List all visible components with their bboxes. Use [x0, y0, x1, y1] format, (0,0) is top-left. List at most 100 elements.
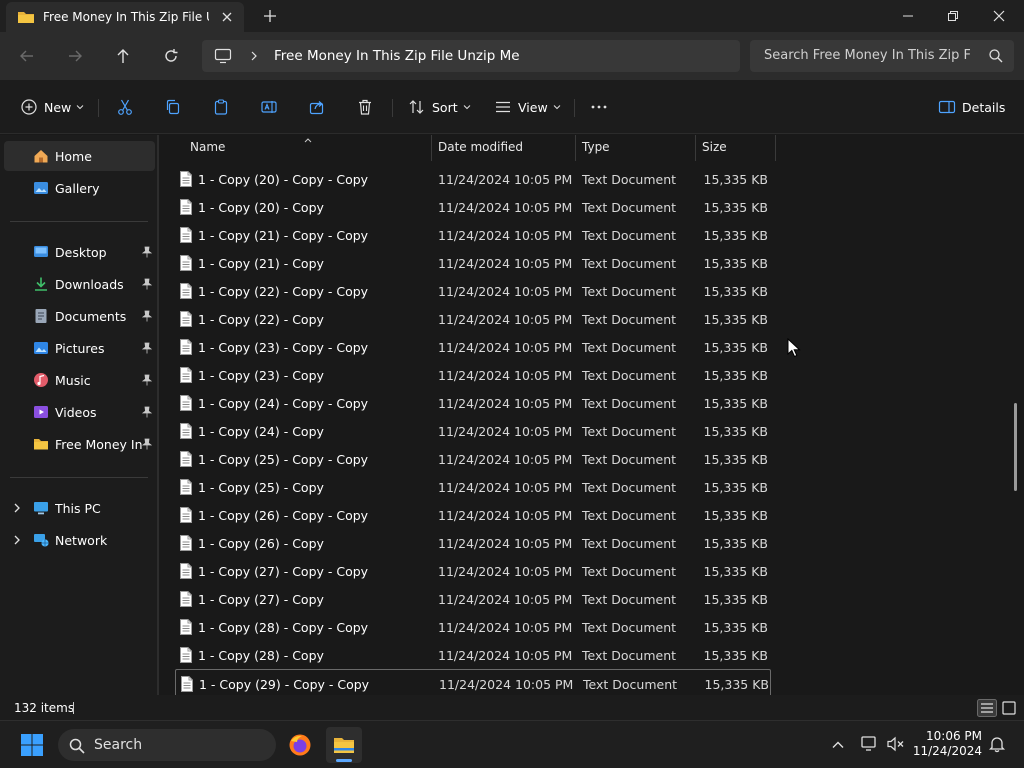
close-window-icon[interactable] — [987, 4, 1011, 28]
search-icon[interactable] — [988, 48, 1004, 67]
sidebar-item-label: Desktop — [55, 245, 107, 260]
column-divider[interactable] — [695, 135, 696, 161]
chevron-right-icon[interactable] — [248, 48, 260, 67]
chevron-right-icon[interactable] — [12, 502, 22, 517]
search-input[interactable]: Search Free Money In This Zip File Unzip… — [750, 40, 1014, 72]
paste-button[interactable] — [212, 95, 230, 119]
system-clock[interactable]: 10:06 PM 11/24/2024 — [912, 729, 982, 759]
file-explorer-taskbar-button[interactable] — [326, 727, 362, 763]
close-tab-icon[interactable] — [218, 8, 236, 26]
firefox-taskbar-button[interactable] — [282, 727, 318, 763]
pin-icon[interactable] — [141, 278, 153, 293]
delete-button[interactable] — [356, 95, 374, 119]
file-date-modified: 11/24/2024 10:05 PM — [438, 312, 573, 327]
cut-button[interactable] — [116, 95, 134, 119]
column-divider[interactable] — [775, 135, 776, 161]
file-date-modified: 11/24/2024 10:05 PM — [438, 340, 573, 355]
volume-muted-icon[interactable] — [886, 735, 906, 756]
up-arrow-icon[interactable] — [112, 45, 134, 67]
file-name: 1 - Copy (21) - Copy — [198, 256, 324, 271]
table-row[interactable]: 1 - Copy (23) - Copy 11/24/2024 10:05 PM T… — [175, 361, 771, 389]
column-divider[interactable] — [431, 135, 432, 161]
table-row[interactable]: 1 - Copy (28) - Copy - Copy 11/24/2024 10… — [175, 613, 771, 641]
pin-icon[interactable] — [141, 342, 153, 357]
details-view-icon[interactable] — [977, 699, 997, 717]
network-icon — [33, 532, 49, 548]
sidebar-item-desktop[interactable]: Desktop — [4, 237, 155, 267]
explorer-tab[interactable]: Free Money In This Zip File Un — [6, 2, 244, 32]
sidebar-item-videos[interactable]: Videos — [4, 397, 155, 427]
table-row[interactable]: 1 - Copy (20) - Copy 11/24/2024 10:05 PM T… — [175, 193, 771, 221]
taskbar-search[interactable]: Search — [58, 729, 276, 761]
pin-icon[interactable] — [141, 438, 153, 453]
column-date-modified[interactable]: Date modified — [438, 140, 523, 154]
plus-icon[interactable] — [260, 6, 280, 26]
table-row[interactable]: 1 - Copy (22) - Copy 11/24/2024 10:05 PM T… — [175, 305, 771, 333]
file-date-modified: 11/24/2024 10:05 PM — [438, 452, 573, 467]
column-size[interactable]: Size — [702, 140, 727, 154]
rename-button[interactable] — [260, 95, 278, 119]
table-row[interactable]: 1 - Copy (24) - Copy - Copy 11/24/2024 10… — [175, 389, 771, 417]
forward-arrow-icon[interactable] — [64, 45, 86, 67]
details-button[interactable]: Details — [938, 95, 1005, 119]
table-row[interactable]: 1 - Copy (21) - Copy - Copy 11/24/2024 10… — [175, 221, 771, 249]
new-button[interactable]: New — [20, 95, 84, 119]
column-type[interactable]: Type — [582, 140, 610, 154]
column-name[interactable]: Name — [190, 140, 225, 154]
sidebar-item-pictures[interactable]: Pictures — [4, 333, 155, 363]
table-row[interactable]: 1 - Copy (21) - Copy 11/24/2024 10:05 PM T… — [175, 249, 771, 277]
monitor-icon — [214, 48, 232, 67]
more-options-button[interactable] — [590, 95, 608, 119]
table-row[interactable]: 1 - Copy (20) - Copy - Copy 11/24/2024 10… — [175, 165, 771, 193]
sidebar-item-this-pc[interactable]: This PC — [4, 493, 155, 523]
notification-bell-icon[interactable] — [988, 735, 1006, 756]
table-row[interactable]: 1 - Copy (26) - Copy - Copy 11/24/2024 10… — [175, 501, 771, 529]
share-button[interactable] — [308, 95, 326, 119]
view-icon — [496, 101, 510, 113]
table-row[interactable]: 1 - Copy (23) - Copy - Copy 11/24/2024 10… — [175, 333, 771, 361]
sidebar-item-network[interactable]: Network — [4, 525, 155, 555]
view-button[interactable]: View — [494, 95, 561, 119]
pin-icon[interactable] — [141, 374, 153, 389]
pin-icon[interactable] — [141, 406, 153, 421]
file-type: Text Document — [582, 452, 677, 467]
refresh-icon[interactable] — [160, 45, 182, 67]
table-row[interactable]: 1 - Copy (26) - Copy 11/24/2024 10:05 PM T… — [175, 529, 771, 557]
windows-start-icon[interactable] — [20, 733, 44, 760]
file-date-modified: 11/24/2024 10:05 PM — [438, 256, 573, 271]
sidebar-item-music[interactable]: Music — [4, 365, 155, 395]
pin-icon[interactable] — [141, 310, 153, 325]
file-size: 15,335 KB — [703, 648, 768, 663]
sidebar-item-documents[interactable]: Documents — [4, 301, 155, 331]
table-row[interactable]: 1 - Copy (27) - Copy 11/24/2024 10:05 PM T… — [175, 585, 771, 613]
address-bar[interactable]: Free Money In This Zip File Unzip Me — [202, 40, 740, 72]
sidebar-item-home[interactable]: Home — [4, 141, 155, 171]
table-row[interactable]: 1 - Copy (25) - Copy - Copy 11/24/2024 10… — [175, 445, 771, 473]
tiles-view-icon[interactable] — [999, 699, 1019, 717]
back-arrow-icon[interactable] — [16, 45, 38, 67]
table-row[interactable]: 1 - Copy (27) - Copy - Copy 11/24/2024 10… — [175, 557, 771, 585]
chevron-up-icon[interactable] — [830, 737, 846, 756]
sidebar-item-free-money-folder[interactable]: Free Money In This Zip File Unzip Me — [4, 429, 155, 459]
chevron-right-icon[interactable] — [12, 534, 22, 549]
table-row[interactable]: 1 - Copy (29) - Copy - Copy 11/24/2024 10… — [175, 669, 771, 695]
vertical-scrollbar-thumb[interactable] — [1014, 403, 1017, 491]
file-type: Text Document — [582, 284, 677, 299]
column-divider[interactable] — [575, 135, 576, 161]
pin-icon[interactable] — [141, 246, 153, 261]
table-row[interactable]: 1 - Copy (24) - Copy 11/24/2024 10:05 PM T… — [175, 417, 771, 445]
network-status-icon[interactable] — [860, 735, 880, 756]
current-path[interactable]: Free Money In This Zip File Unzip Me — [274, 48, 520, 64]
documents-icon — [33, 308, 49, 324]
table-row[interactable]: 1 - Copy (28) - Copy 11/24/2024 10:05 PM T… — [175, 641, 771, 669]
sidebar-item-downloads[interactable]: Downloads — [4, 269, 155, 299]
sort-button[interactable]: Sort — [408, 95, 471, 119]
sidebar-divider — [10, 477, 148, 478]
minimize-icon[interactable] — [896, 4, 920, 28]
sidebar-item-gallery[interactable]: Gallery — [4, 173, 155, 203]
table-row[interactable]: 1 - Copy (25) - Copy 11/24/2024 10:05 PM T… — [175, 473, 771, 501]
table-row[interactable]: 1 - Copy (22) - Copy - Copy 11/24/2024 10… — [175, 277, 771, 305]
copy-button[interactable] — [164, 95, 182, 119]
rename-icon — [261, 101, 277, 113]
restore-icon[interactable] — [941, 4, 965, 28]
